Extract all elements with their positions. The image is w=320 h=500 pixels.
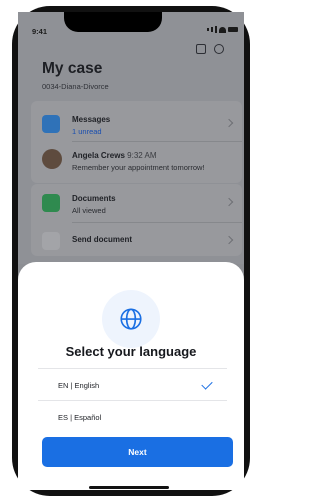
avatar [42,149,62,169]
divider [72,222,242,223]
language-label: ES | Español [58,413,102,422]
home-indicator [89,486,169,489]
notch [64,12,162,32]
messages-label: Messages [72,115,111,124]
language-label: EN | English [58,381,100,390]
header-icons [196,44,224,54]
chevron-right-icon [224,197,234,207]
language-option-es[interactable]: ES | Español [38,402,227,434]
upload-icon [42,232,60,250]
signal-icon [211,27,213,32]
briefcase-icon[interactable] [196,44,206,54]
contact-message: Remember your appointment tomorrow! [72,163,205,172]
chevron-right-icon [224,118,234,128]
messages-card: Messages 1 unread Angela Crews 9:32 AM R… [31,101,242,183]
battery-icon [228,27,238,32]
divider [38,368,227,369]
divider [38,400,227,401]
next-button[interactable]: Next [42,437,233,467]
globe-badge [102,290,160,348]
document-icon [42,194,60,212]
documents-sub: All viewed [72,206,106,215]
status-time: 9:41 [32,27,48,36]
documents-card: Documents All viewed Send document [31,184,242,256]
case-id: 0034-Diana-Divorce [42,82,109,91]
send-document-row[interactable]: Send document [31,224,242,258]
chevron-right-icon [224,235,234,245]
status-icons [207,26,238,33]
wifi-icon [219,26,226,33]
globe-icon [120,308,142,330]
send-document-label: Send document [72,235,133,244]
messages-row[interactable]: Messages 1 unread [31,107,242,141]
contact-name: Angela Crews [72,151,125,160]
divider [72,141,242,142]
documents-label: Documents [72,194,116,203]
page-title: My case [42,60,103,77]
contact-time: 9:32 AM [127,151,157,160]
messages-unread: 1 unread [72,127,102,136]
contact-name-line: Angela Crews 9:32 AM [72,151,157,160]
language-option-en[interactable]: EN | English [38,370,227,402]
gear-icon[interactable] [214,44,224,54]
sheet-title: Select your language [65,344,197,359]
documents-row[interactable]: Documents All viewed [31,186,242,220]
contact-row[interactable]: Angela Crews 9:32 AM Remember your appoi… [31,143,242,177]
signal-icon [207,28,209,31]
chat-icon [42,115,60,133]
signal-icon [215,26,217,33]
check-icon [201,378,213,390]
